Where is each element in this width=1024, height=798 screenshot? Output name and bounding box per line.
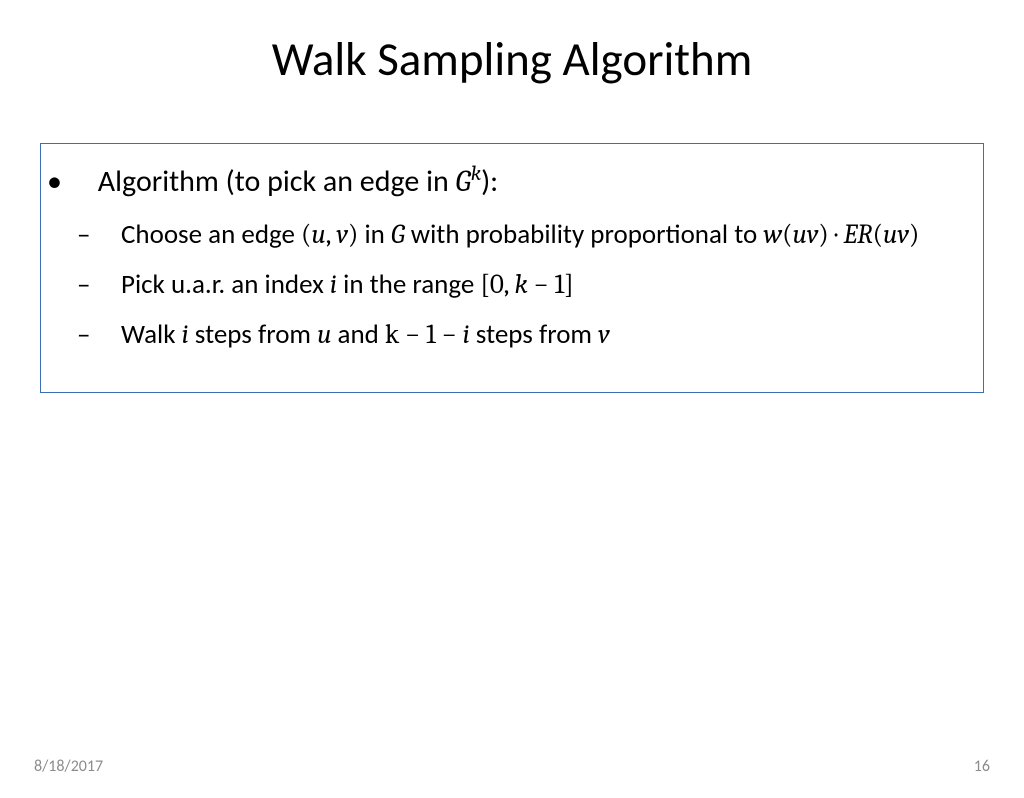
math-run: ER [843,219,872,250]
math-run: v [336,219,348,250]
math-run: G [391,219,405,250]
main-bullet-math-base: G [456,164,471,199]
math-run: ) [348,219,358,250]
text-run: with probability proportional to [405,218,764,251]
text-run: Pick u.a.r. an index [121,268,330,301]
math-run: k − 1 − [385,319,463,350]
slide: Walk Sampling Algorithm Algorithm (to pi… [0,30,1024,798]
math-run: − 1] [528,269,574,300]
math-run: ) · [818,219,843,250]
math-run: k [514,269,527,300]
text-run: in the range [337,268,480,301]
math-run: u [311,219,325,250]
main-bullet-prefix: Algorithm (to pick an edge in [98,163,456,200]
math-run: uv [792,219,818,250]
math-run: , [326,219,337,250]
math-run: w [763,219,782,250]
sub-bullet: Walk i steps from u and k − 1 − i steps … [121,317,965,353]
slide-title: Walk Sampling Algorithm [0,30,1024,88]
text-run: steps from [470,318,598,351]
math-run: ( [873,219,883,250]
main-bullet-math-sup: k [471,162,481,186]
math-run: v [598,319,610,350]
text-run: in [358,218,391,251]
math-run: i [463,319,470,350]
math-run: uv [883,219,909,250]
footer-date: 8/18/2017 [34,757,103,776]
math-run: i [330,269,337,300]
sub-bullet: Pick u.a.r. an index i in the range [0, … [121,267,965,303]
sub-bullet-list: Choose an edge (u, v) in G with probabil… [121,217,965,354]
math-run: ( [782,219,792,250]
main-bullet-suffix: ): [481,163,498,200]
main-bullet: Algorithm (to pick an edge in Gk): [91,162,965,203]
slide-footer: 8/18/2017 16 [0,757,1024,776]
text-run: steps from [189,318,317,351]
sub-bullet: Choose an edge (u, v) in G with probabil… [121,217,965,253]
math-run: [0, [480,269,514,300]
math-run: u [317,319,331,350]
math-run: ) [909,219,919,250]
math-run: i [182,319,189,350]
math-run: ( [301,219,311,250]
footer-page-number: 16 [974,757,990,776]
content-box: Algorithm (to pick an edge in Gk): Choos… [40,143,984,393]
text-run: and [331,318,385,351]
text-run: Choose an edge [121,218,301,251]
text-run: Walk [121,318,182,351]
